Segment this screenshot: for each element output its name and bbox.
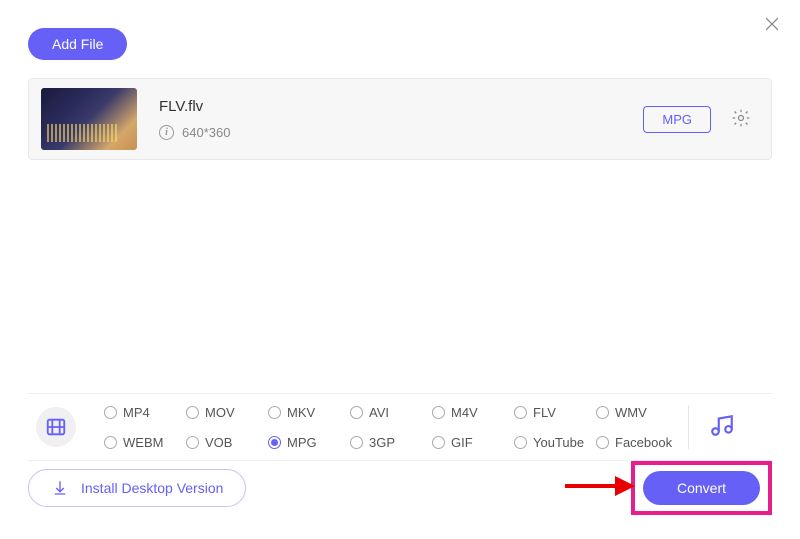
bottom-bar: Install Desktop Version Convert xyxy=(28,461,772,515)
format-label: Facebook xyxy=(615,435,672,450)
format-label: VOB xyxy=(205,435,232,450)
output-format-badge[interactable]: MPG xyxy=(643,106,711,133)
radio-icon xyxy=(268,436,281,449)
format-label: YouTube xyxy=(533,435,584,450)
format-option-mpg[interactable]: MPG xyxy=(268,430,350,454)
radio-icon xyxy=(104,406,117,419)
music-icon xyxy=(709,412,735,438)
format-option-mov[interactable]: MOV xyxy=(186,400,268,424)
file-card: FLV.flv i 640*360 MPG xyxy=(28,78,772,160)
settings-button[interactable] xyxy=(729,106,753,133)
format-label: AVI xyxy=(369,405,389,420)
radio-icon xyxy=(350,436,363,449)
format-label: FLV xyxy=(533,405,556,420)
add-file-button[interactable]: Add File xyxy=(28,28,127,60)
download-icon xyxy=(51,479,69,497)
audio-category-button[interactable] xyxy=(709,412,735,443)
format-option-gif[interactable]: GIF xyxy=(432,430,514,454)
radio-icon xyxy=(350,406,363,419)
divider xyxy=(688,405,689,449)
radio-icon xyxy=(268,406,281,419)
info-icon[interactable]: i xyxy=(159,125,174,140)
format-option-wmv[interactable]: WMV xyxy=(596,400,678,424)
file-resolution: 640*360 xyxy=(182,125,230,140)
radio-icon xyxy=(514,436,527,449)
close-button[interactable] xyxy=(762,14,782,39)
format-label: GIF xyxy=(451,435,473,450)
format-option-facebook[interactable]: Facebook xyxy=(596,430,678,454)
gear-icon xyxy=(731,108,751,128)
format-label: M4V xyxy=(451,405,478,420)
format-label: MP4 xyxy=(123,405,150,420)
format-option-flv[interactable]: FLV xyxy=(514,400,596,424)
radio-icon xyxy=(186,406,199,419)
radio-icon xyxy=(186,436,199,449)
format-option-webm[interactable]: WEBM xyxy=(104,430,186,454)
radio-icon xyxy=(432,436,445,449)
format-label: MOV xyxy=(205,405,235,420)
install-desktop-button[interactable]: Install Desktop Version xyxy=(28,469,246,507)
format-label: MPG xyxy=(287,435,317,450)
file-info: FLV.flv i 640*360 xyxy=(159,98,643,140)
format-label: MKV xyxy=(287,405,315,420)
format-grid: MP4 MOV MKV AVI M4V FLV WMV WEBM VOB MPG 3GP GIF You… xyxy=(104,400,678,454)
format-option-3gp[interactable]: 3GP xyxy=(350,430,432,454)
format-label: 3GP xyxy=(369,435,395,450)
format-option-vob[interactable]: VOB xyxy=(186,430,268,454)
format-label: WEBM xyxy=(123,435,163,450)
file-name: FLV.flv xyxy=(159,98,643,115)
radio-icon xyxy=(514,406,527,419)
install-label: Install Desktop Version xyxy=(81,480,223,496)
format-option-avi[interactable]: AVI xyxy=(350,400,432,424)
format-option-mp4[interactable]: MP4 xyxy=(104,400,186,424)
convert-highlight-box: Convert xyxy=(631,461,772,515)
format-label: WMV xyxy=(615,405,647,420)
file-thumbnail xyxy=(41,88,137,150)
video-category-button[interactable] xyxy=(36,407,76,447)
radio-icon xyxy=(596,436,609,449)
radio-icon xyxy=(104,436,117,449)
format-option-youtube[interactable]: YouTube xyxy=(514,430,596,454)
file-meta: i 640*360 xyxy=(159,125,643,140)
annotation-arrow xyxy=(565,476,635,501)
radio-icon xyxy=(596,406,609,419)
radio-icon xyxy=(432,406,445,419)
convert-button[interactable]: Convert xyxy=(643,471,760,505)
format-bar: MP4 MOV MKV AVI M4V FLV WMV WEBM VOB MPG 3GP GIF You… xyxy=(28,393,772,461)
format-option-mkv[interactable]: MKV xyxy=(268,400,350,424)
film-icon xyxy=(45,416,67,438)
format-option-m4v[interactable]: M4V xyxy=(432,400,514,424)
